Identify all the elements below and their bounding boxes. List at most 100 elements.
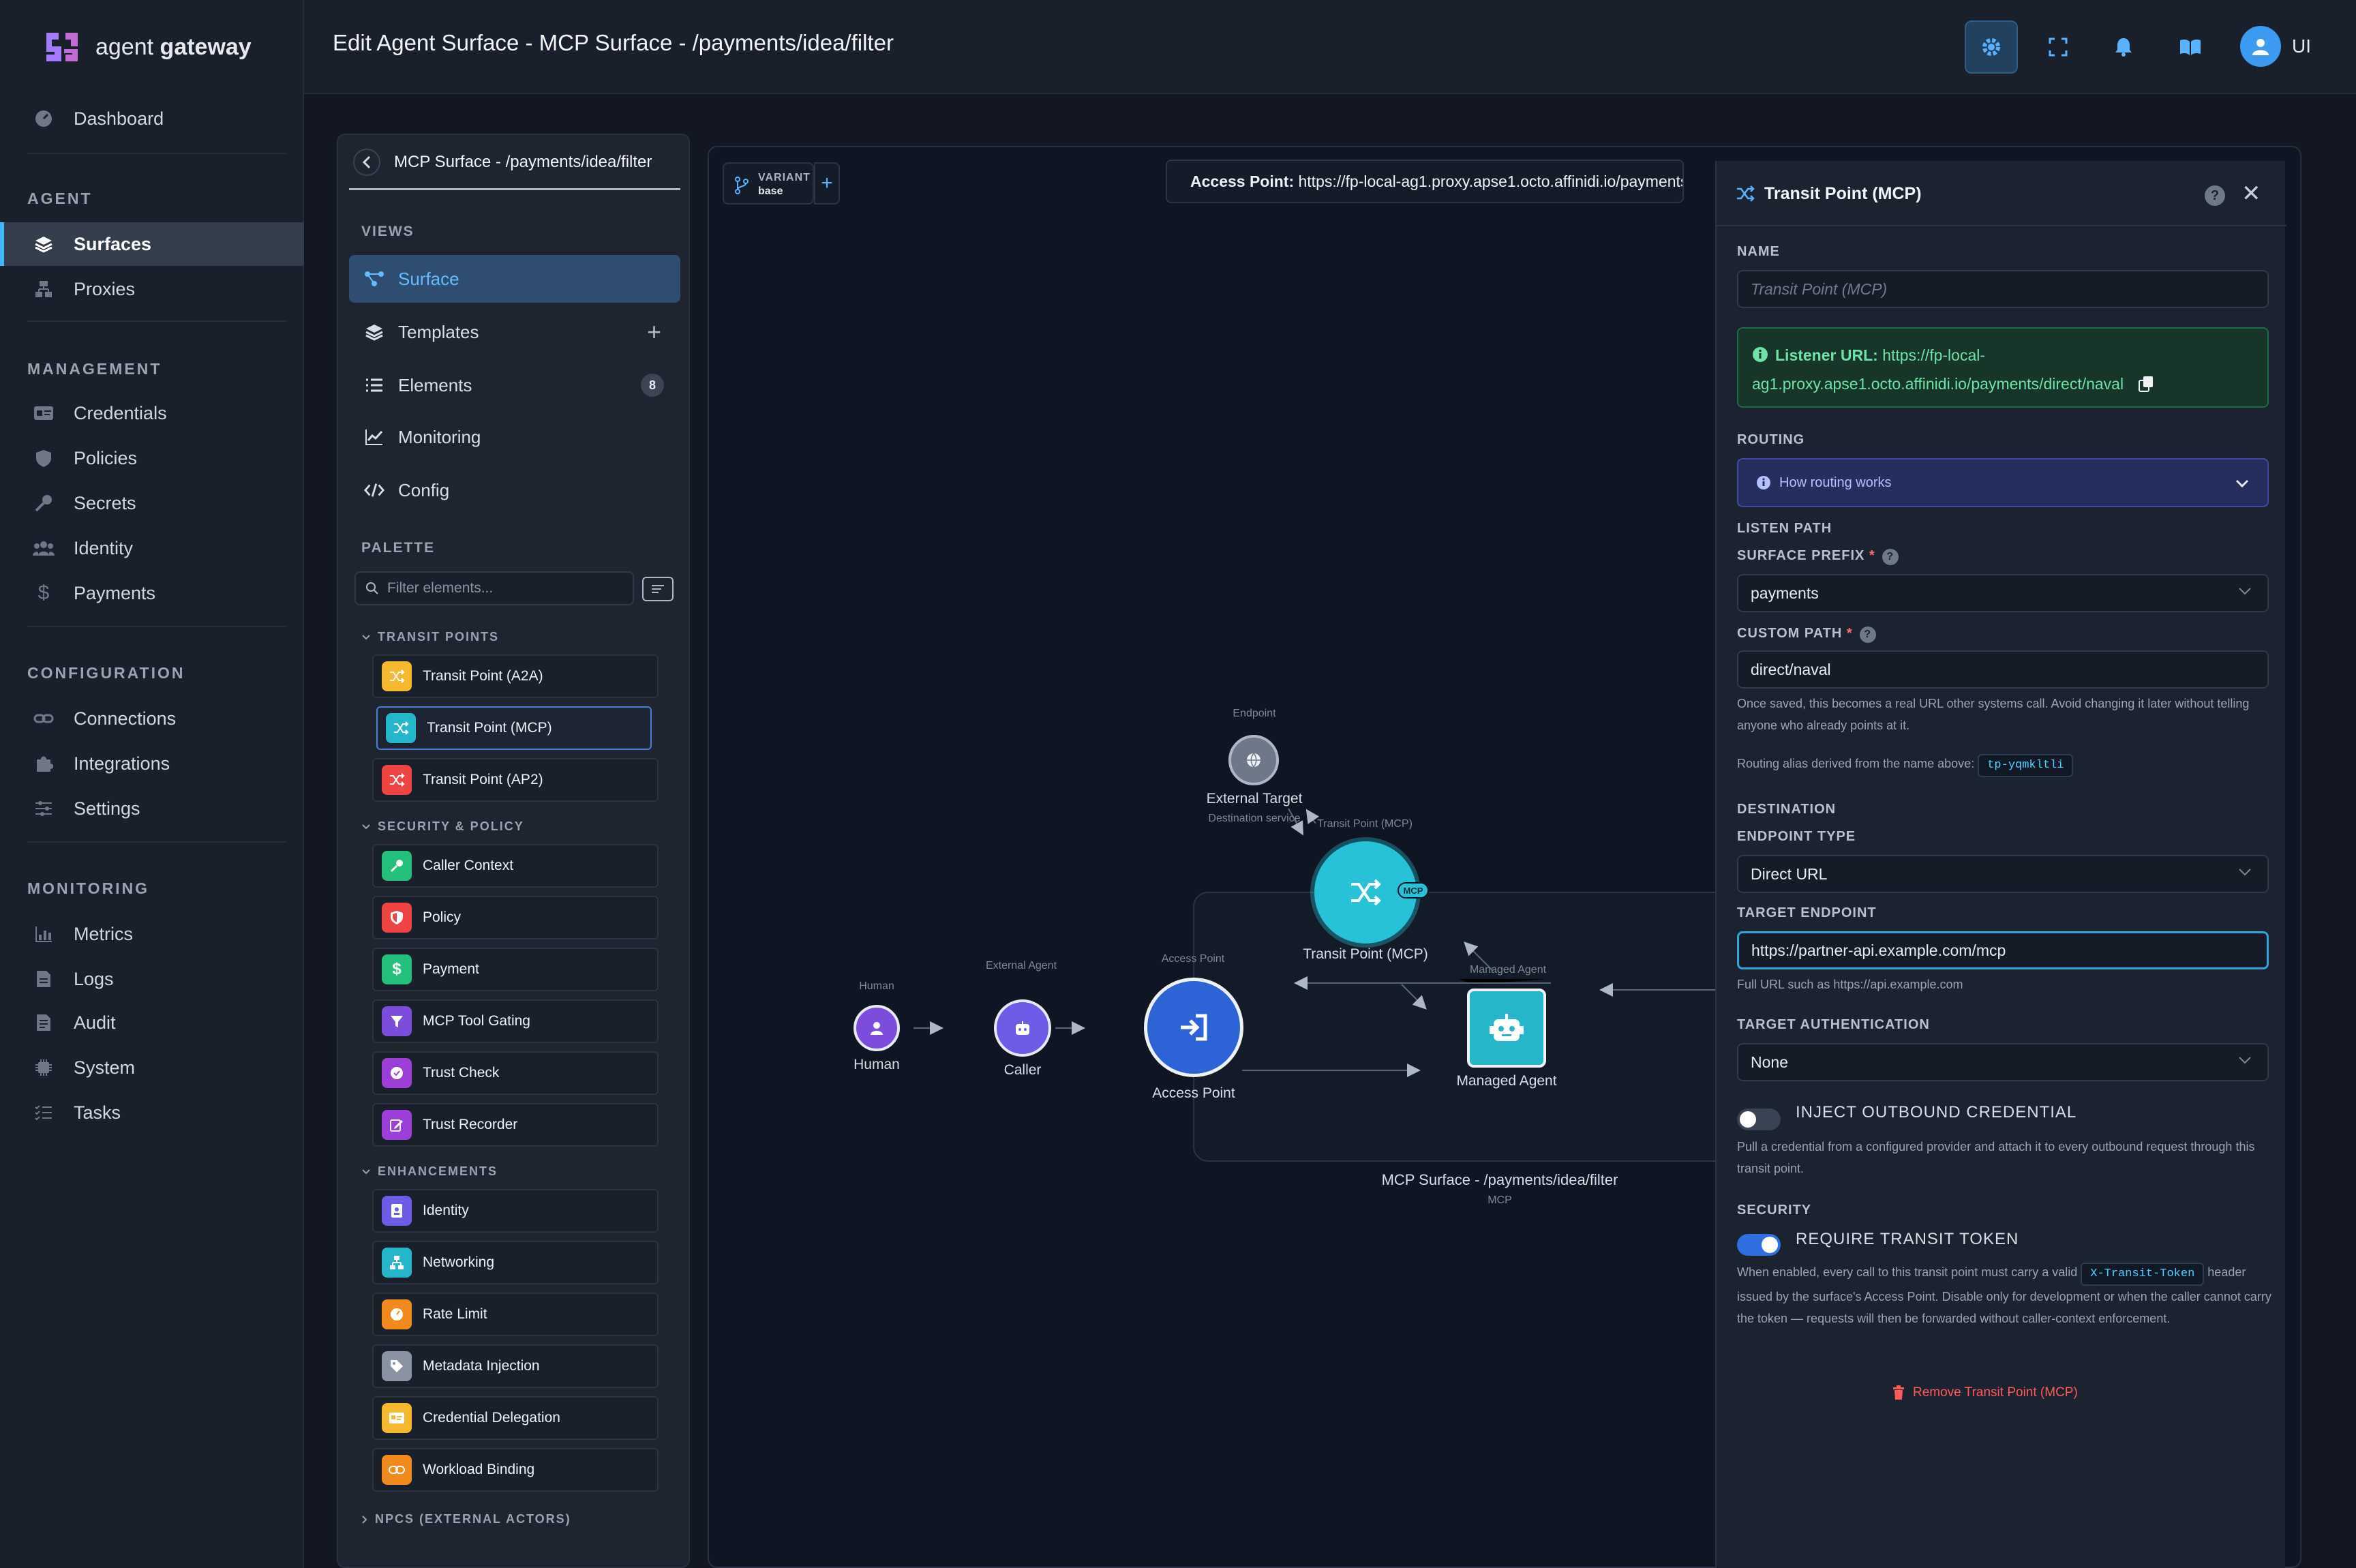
- access-point-node[interactable]: [1144, 978, 1243, 1077]
- nav-credentials[interactable]: Credentials: [0, 391, 304, 435]
- view-templates[interactable]: Templates +: [349, 308, 680, 356]
- tag-icon: [382, 1351, 412, 1381]
- notifications-button[interactable]: [2097, 20, 2150, 74]
- palette-item-rate-limit[interactable]: Rate Limit: [372, 1293, 659, 1336]
- bell-icon: [2115, 38, 2132, 57]
- view-config[interactable]: Config: [349, 466, 680, 514]
- app-logo[interactable]: agent gateway: [41, 26, 252, 68]
- alias-chip: tp-yqmkltli: [1978, 754, 2074, 777]
- settings-button[interactable]: [1965, 20, 2018, 74]
- surface-group-sub: MCP: [1487, 1194, 1512, 1206]
- routing-help-accordion[interactable]: How routing works: [1737, 458, 2269, 507]
- nav-identity[interactable]: Identity: [0, 526, 304, 570]
- nav-surfaces[interactable]: Surfaces: [0, 222, 304, 266]
- palette-item-transit-a2a[interactable]: Transit Point (A2A): [372, 654, 659, 698]
- require-token-toggle[interactable]: [1737, 1234, 1781, 1256]
- palette-item-label: MCP Tool Gating: [423, 1013, 530, 1029]
- endpoint-type-select[interactable]: Direct URL: [1737, 855, 2269, 893]
- group-title-transit-points[interactable]: TRANSIT POINTS: [361, 630, 499, 644]
- inject-credential-toggle[interactable]: [1737, 1109, 1781, 1130]
- nav-connections[interactable]: Connections: [0, 697, 304, 740]
- nav-dashboard[interactable]: Dashboard: [0, 97, 304, 140]
- palette-view-toggle[interactable]: [642, 577, 674, 601]
- palette-item-trust-check[interactable]: Trust Check: [372, 1051, 659, 1095]
- nav-metrics[interactable]: Metrics: [0, 912, 304, 956]
- surface-prefix-select[interactable]: payments: [1737, 574, 2269, 612]
- nav-proxies-label: Proxies: [74, 278, 136, 299]
- nav-secrets[interactable]: Secrets: [0, 481, 304, 525]
- filter-elements-input[interactable]: [387, 580, 619, 597]
- group-title-enhancements[interactable]: ENHANCEMENTS: [361, 1164, 498, 1179]
- help-icon[interactable]: ?: [1859, 627, 1876, 643]
- custom-path-input[interactable]: [1737, 650, 2269, 689]
- views-title: VIEWS: [361, 224, 414, 239]
- nav-tasks[interactable]: Tasks: [0, 1091, 304, 1134]
- external-target-node[interactable]: [1228, 735, 1279, 785]
- help-icon[interactable]: ?: [1882, 549, 1899, 565]
- target-auth-select[interactable]: None: [1737, 1043, 2269, 1081]
- close-icon[interactable]: ✕: [2241, 180, 2261, 207]
- divider: [27, 626, 286, 627]
- view-surface[interactable]: Surface: [349, 255, 680, 303]
- caller-caption: External Agent: [985, 960, 1057, 971]
- endpoint-caption: Endpoint: [1233, 708, 1276, 719]
- nav-proxies[interactable]: Proxies: [0, 267, 304, 311]
- logo-mark-icon: [46, 33, 78, 61]
- listener-url-2[interactable]: ag1.proxy.apse1.octo.affinidi.io/payment…: [1752, 375, 2124, 393]
- chart-icon: [364, 427, 384, 447]
- filter-elements-field[interactable]: [354, 571, 634, 605]
- nav-policies[interactable]: Policies: [0, 436, 304, 480]
- nav-logs[interactable]: Logs: [0, 957, 304, 1001]
- nav-audit[interactable]: Audit: [0, 1001, 304, 1044]
- palette-item-transit-mcp[interactable]: Transit Point (MCP): [376, 706, 652, 750]
- user-avatar[interactable]: [2240, 26, 2281, 67]
- target-endpoint-input[interactable]: [1737, 931, 2269, 969]
- nav-tasks-label: Tasks: [74, 1102, 121, 1123]
- managed-agent-node[interactable]: [1467, 989, 1546, 1068]
- docs-button[interactable]: [2164, 20, 2217, 74]
- caller-node[interactable]: [994, 999, 1051, 1057]
- listener-url-box: Listener URL: https://fp-local- ag1.prox…: [1737, 327, 2269, 408]
- listener-url-1[interactable]: https://fp-local-: [1882, 346, 1985, 364]
- nav-payments[interactable]: $ Payments: [0, 571, 304, 615]
- custom-path-hint: Once saved, this becomes a real URL othe…: [1737, 697, 2250, 732]
- palette-item-transit-ap2[interactable]: Transit Point (AP2): [372, 758, 659, 802]
- view-monitoring[interactable]: Monitoring: [349, 413, 680, 461]
- key-icon: [33, 492, 55, 514]
- palette-item-workload-binding[interactable]: Workload Binding: [372, 1448, 659, 1492]
- palette-item-metadata-injection[interactable]: Metadata Injection: [372, 1344, 659, 1388]
- view-elements[interactable]: Elements 8: [349, 361, 680, 409]
- palette-item-trust-recorder[interactable]: Trust Recorder: [372, 1103, 659, 1147]
- group-title-label: TRANSIT POINTS: [378, 630, 500, 644]
- palette-item-mcp-tool-gating[interactable]: MCP Tool Gating: [372, 999, 659, 1043]
- nav-system[interactable]: System: [0, 1046, 304, 1089]
- inject-credential-label: INJECT OUTBOUND CREDENTIAL: [1796, 1103, 2077, 1121]
- palette-item-caller-context[interactable]: Caller Context: [372, 844, 659, 888]
- help-icon[interactable]: ?: [2205, 185, 2225, 206]
- palette-item-credential-delegation[interactable]: Credential Delegation: [372, 1396, 659, 1440]
- nav-identity-label: Identity: [74, 537, 134, 558]
- name-input[interactable]: [1737, 270, 2269, 308]
- nav-settings[interactable]: Settings: [0, 787, 304, 830]
- target-auth-value: None: [1751, 1053, 1788, 1071]
- dollar-icon: $: [37, 582, 50, 604]
- palette-item-label: Payment: [423, 961, 479, 977]
- user-label[interactable]: UI: [2292, 35, 2311, 57]
- group-title-security-policy[interactable]: SECURITY & POLICY: [361, 819, 524, 834]
- remove-transit-point-button[interactable]: Remove Transit Point (MCP): [1892, 1385, 2078, 1400]
- surface-prefix-value: payments: [1751, 584, 1819, 602]
- human-node[interactable]: [854, 1005, 900, 1051]
- palette-item-identity[interactable]: Identity: [372, 1189, 659, 1233]
- back-button[interactable]: [353, 149, 380, 176]
- token-chip: X-Transit-Token: [2081, 1263, 2205, 1286]
- add-template-button[interactable]: +: [647, 318, 661, 346]
- nav-integrations[interactable]: Integrations: [0, 742, 304, 785]
- routing-label: ROUTING: [1737, 432, 1805, 447]
- fullscreen-button[interactable]: [2032, 20, 2085, 74]
- section-title-configuration: CONFIGURATION: [27, 664, 185, 682]
- palette-item-policy[interactable]: Policy: [372, 896, 659, 939]
- palette-item-networking[interactable]: Networking: [372, 1241, 659, 1284]
- palette-item-payment[interactable]: $ Payment: [372, 948, 659, 991]
- copy-icon[interactable]: [2139, 376, 2154, 392]
- group-title-npcs[interactable]: NPCS (EXTERNAL ACTORS): [361, 1512, 571, 1526]
